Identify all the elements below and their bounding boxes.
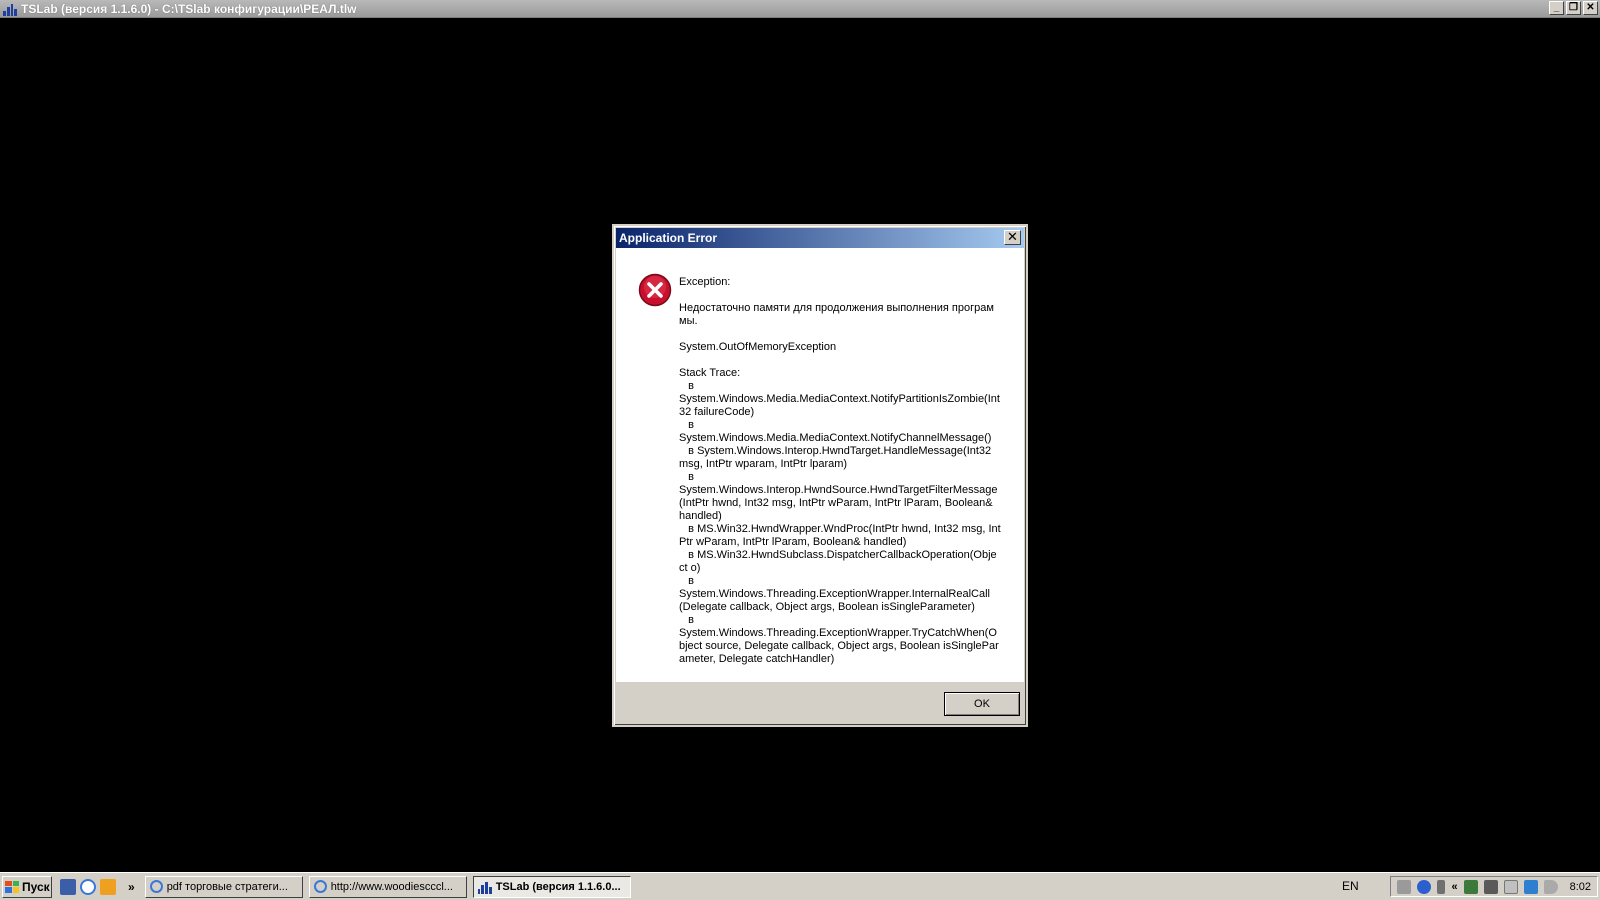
tslab-chart-icon bbox=[3, 2, 17, 16]
volume-icon[interactable] bbox=[1543, 879, 1558, 894]
close-window-button[interactable]: ✕ bbox=[1583, 1, 1598, 15]
taskbar: Пуск » pdf торговые стратеги... http://w… bbox=[0, 872, 1600, 900]
quick-launch-more-icon[interactable]: » bbox=[128, 880, 135, 894]
show-desktop-icon[interactable] bbox=[60, 878, 76, 895]
application-error-dialog: Application Error ✕ Exception: Недостато… bbox=[612, 224, 1028, 727]
system-tray: « 8:02 bbox=[1390, 876, 1598, 897]
app-title-bar[interactable]: TSLab (версия 1.1.6.0) - C:\TSlab конфиг… bbox=[0, 0, 1600, 18]
dialog-title-bar[interactable]: Application Error ✕ bbox=[616, 228, 1024, 248]
dialog-body: Exception: Недостаточно памяти для продо… bbox=[616, 248, 1024, 682]
dialog-title: Application Error bbox=[619, 231, 718, 245]
tray-expand-icon[interactable]: « bbox=[1451, 881, 1457, 893]
help-icon[interactable] bbox=[1417, 879, 1432, 894]
network-icon[interactable] bbox=[1523, 879, 1538, 894]
start-button[interactable]: Пуск bbox=[2, 875, 52, 898]
minimize-button[interactable]: _ bbox=[1549, 1, 1564, 15]
taskbar-item-label: TSLab (версия 1.1.6.0... bbox=[495, 880, 621, 893]
taskbar-item-label: pdf торговые стратеги... bbox=[166, 880, 288, 893]
app-title: TSLab (версия 1.1.6.0) - C:\TSlab конфиг… bbox=[21, 1, 357, 16]
taskbar-item-tslab[interactable]: TSLab (версия 1.1.6.0... bbox=[472, 875, 631, 898]
taskbar-item-label: http://www.woodiescccl... bbox=[330, 880, 453, 893]
clipboard-icon[interactable] bbox=[1503, 879, 1518, 894]
internet-explorer-icon[interactable] bbox=[80, 878, 96, 895]
error-icon bbox=[638, 273, 672, 307]
window-controls: _ ❐ ✕ bbox=[1549, 1, 1598, 15]
error-message: Exception: Недостаточно памяти для продо… bbox=[679, 276, 1001, 665]
bug-icon[interactable] bbox=[1483, 879, 1498, 894]
windows-flag-icon bbox=[5, 880, 19, 893]
clock[interactable]: 8:02 bbox=[1570, 881, 1591, 893]
network-status-icon[interactable] bbox=[1437, 879, 1446, 894]
taskbar-item-woodies[interactable]: http://www.woodiescccl... bbox=[308, 875, 467, 898]
ie-icon bbox=[149, 880, 163, 893]
restore-button[interactable]: ❐ bbox=[1566, 1, 1581, 15]
dialog-close-button[interactable]: ✕ bbox=[1004, 230, 1021, 245]
start-label: Пуск bbox=[22, 879, 50, 894]
taskbar-item-pdf[interactable]: pdf торговые стратеги... bbox=[144, 875, 303, 898]
antivirus-icon[interactable] bbox=[1463, 879, 1478, 894]
media-player-icon[interactable] bbox=[100, 878, 116, 895]
ie-icon bbox=[313, 880, 327, 893]
language-indicator[interactable]: EN bbox=[1342, 879, 1359, 893]
tslab-chart-icon bbox=[477, 880, 492, 894]
printer-icon[interactable] bbox=[1397, 879, 1412, 894]
ok-button[interactable]: OK bbox=[944, 692, 1020, 716]
quick-launch bbox=[60, 878, 116, 895]
